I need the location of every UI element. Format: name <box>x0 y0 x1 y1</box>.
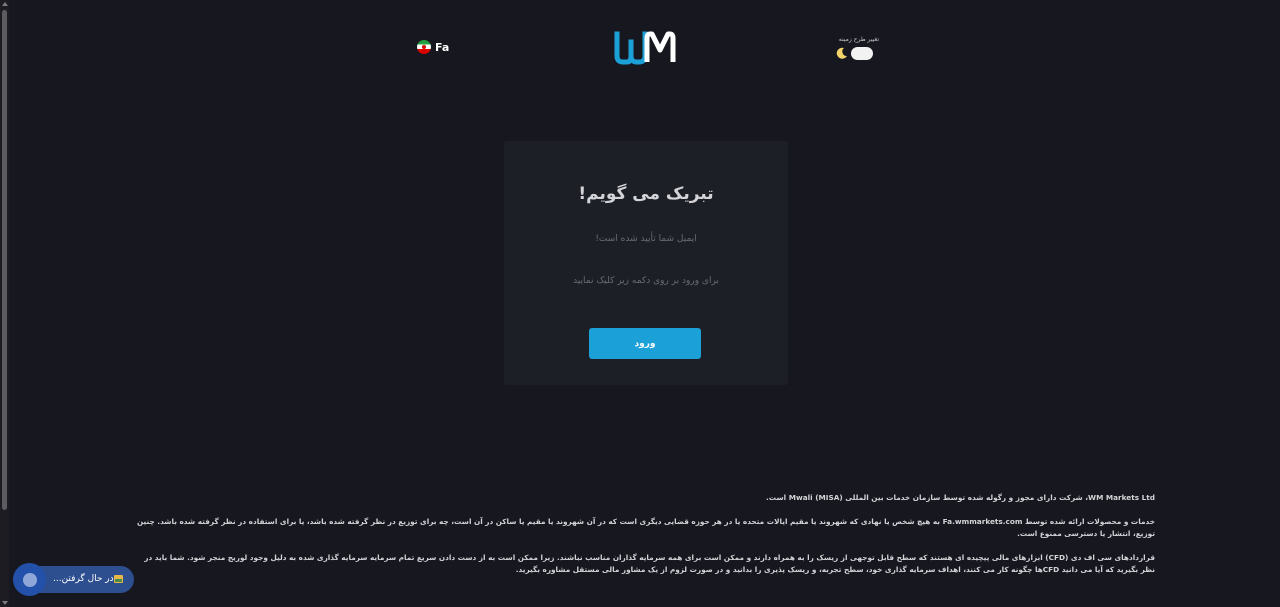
loading-widget[interactable]: در حال گرفتن... <box>13 563 134 596</box>
theme-switcher: تغییر طرح زمینه <box>833 36 879 62</box>
loading-spinner-icon <box>22 572 37 587</box>
page-scrollbar[interactable] <box>0 0 9 607</box>
theme-label: تغییر طرح زمینه <box>838 36 879 43</box>
confirmation-card: تبریک می گویم! ایمیل شما تأیید شده است! … <box>504 141 788 385</box>
disclaimer-jurisdiction: خدمات و محصولات ارائه شده توسط Fa.wmmark… <box>136 517 1155 538</box>
footer-disclaimer: WM Markets Ltd، شرکت دارای مجوز و رگوله … <box>135 492 1155 588</box>
login-button[interactable]: ورود <box>589 328 701 359</box>
loading-text: در حال گرفتن... <box>53 574 114 584</box>
iran-flag-icon <box>417 40 431 54</box>
image-icon <box>114 575 123 583</box>
disclaimer-company: WM Markets Ltd، شرکت دارای مجوز و رگوله … <box>766 493 1155 502</box>
toggle-pill[interactable] <box>851 47 873 60</box>
page: Fa تغییر طرح زمینه تبریک می گویم! ایمیل … <box>0 0 1280 607</box>
loading-avatar <box>13 563 46 596</box>
login-instruction-message: برای ورود بر روی دکمه زیر کلیک نمایید <box>573 276 719 286</box>
card-title: تبریک می گویم! <box>578 184 714 204</box>
language-label: Fa <box>435 40 450 54</box>
email-confirmed-message: ایمیل شما تأیید شده است! <box>595 234 697 244</box>
wm-logo[interactable] <box>614 30 676 66</box>
disclaimer-risk: قراردادهای سی اف دی (CFD) ابزارهای مالی … <box>144 553 1155 574</box>
language-switcher[interactable]: Fa <box>417 40 449 54</box>
header: Fa تغییر طرح زمینه <box>0 0 1280 80</box>
scroll-down-arrow-icon[interactable] <box>2 601 8 605</box>
scrollbar-thumb[interactable] <box>2 10 7 510</box>
moon-icon <box>836 47 847 59</box>
theme-toggle[interactable] <box>835 46 873 60</box>
